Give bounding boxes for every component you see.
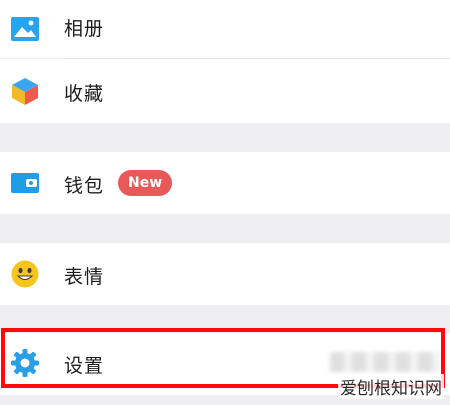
new-badge: New — [118, 170, 173, 196]
menu-item-label: 表情 — [64, 266, 105, 288]
menu-item-favorites[interactable]: 收藏 — [0, 59, 450, 123]
menu-item-label: 收藏 — [64, 83, 105, 105]
menu-item-stickers[interactable]: 表情 — [0, 243, 450, 305]
menu-item-album[interactable]: 相册 — [0, 0, 450, 58]
blurred-region — [330, 352, 440, 372]
wallet-icon — [10, 168, 40, 198]
watermark-text: 爱刨根知识网 — [338, 374, 444, 399]
gear-icon — [10, 348, 40, 378]
menu-item-label: 钱包 — [64, 175, 105, 197]
photo-album-icon — [10, 14, 40, 44]
menu-item-wallet[interactable]: 钱包 New — [0, 152, 450, 214]
smiley-face-icon — [10, 259, 40, 289]
favorites-cube-icon — [10, 76, 40, 106]
menu-item-label: 设置 — [64, 355, 105, 377]
menu-item-label: 相册 — [64, 18, 105, 40]
